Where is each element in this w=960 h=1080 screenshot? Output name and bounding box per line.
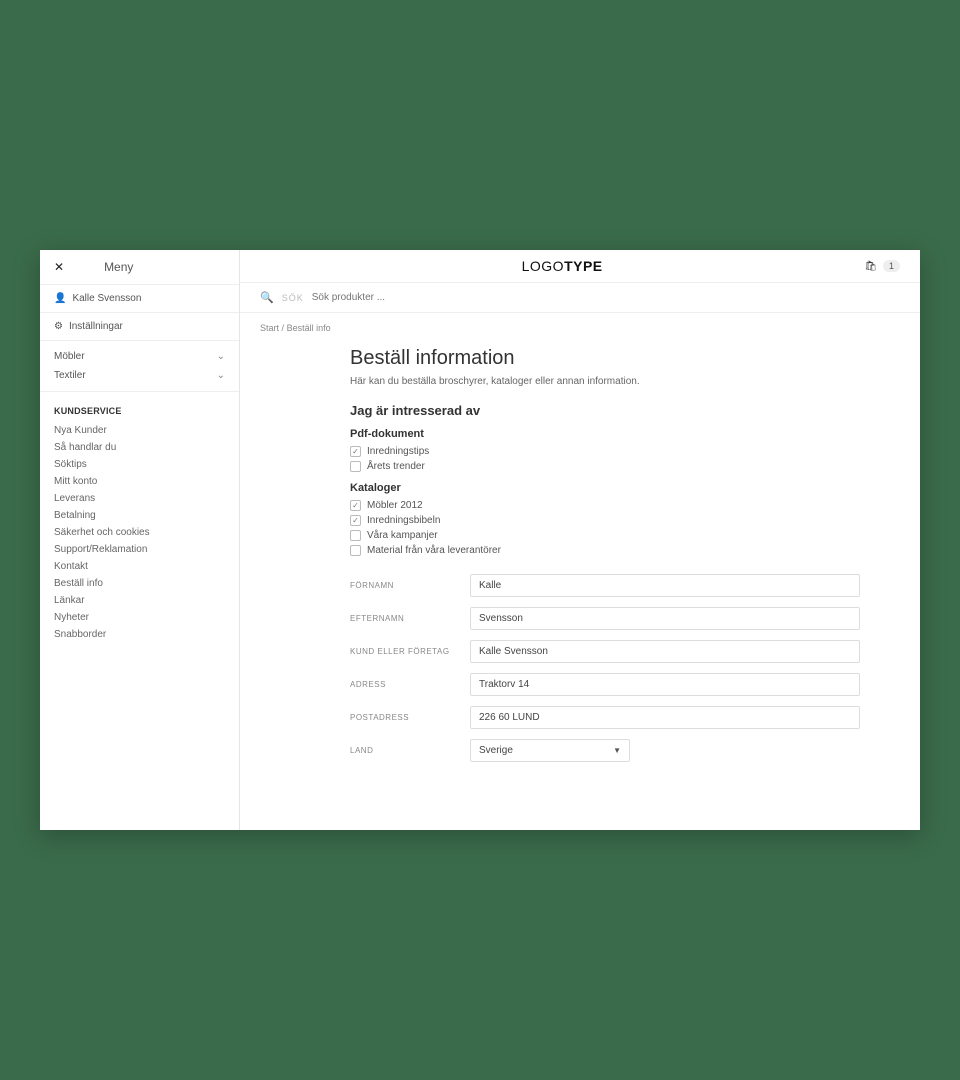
checkbox-label: Våra kampanjer — [367, 530, 438, 541]
ks-item[interactable]: Så handlar du — [54, 439, 225, 456]
ks-item[interactable]: Support/Reklamation — [54, 541, 225, 558]
label-kund: KUND ELLER FÖRETAG — [350, 647, 470, 656]
label-land: LAND — [350, 746, 470, 755]
checkbox-row: Årets trender — [350, 459, 860, 474]
search-icon: 🔍 — [260, 291, 274, 304]
page-subtitle: Här kan du beställa broschyrer, kataloge… — [350, 376, 860, 387]
app-window: ✕ Meny 👤 Kalle Svensson ⚙ Inställningar … — [40, 250, 920, 830]
cart-count: 1 — [883, 260, 900, 272]
ks-item[interactable]: Mitt konto — [54, 473, 225, 490]
logo-light: LOGO — [522, 258, 564, 274]
menu-title: Meny — [104, 260, 133, 274]
checkbox-material-leverantorer[interactable] — [350, 545, 361, 556]
checkbox-row: Material från våra leverantörer — [350, 543, 860, 558]
form-row-adress: ADRESS — [350, 673, 860, 696]
sidebar-header: ✕ Meny — [40, 250, 239, 285]
input-kund[interactable] — [470, 640, 860, 663]
ks-item[interactable]: Nyheter — [54, 609, 225, 626]
sok-label: SÖK — [282, 293, 304, 303]
search-input[interactable] — [312, 292, 900, 303]
ks-item[interactable]: Söktips — [54, 456, 225, 473]
checkbox-label: Inredningsbibeln — [367, 515, 440, 526]
checkbox-label: Årets trender — [367, 461, 425, 472]
sidebar-settings[interactable]: ⚙ Inställningar — [40, 313, 239, 341]
checkbox-vara-kampanjer[interactable] — [350, 530, 361, 541]
ks-item[interactable]: Kontakt — [54, 558, 225, 575]
chevron-down-icon: ⌄ — [217, 351, 225, 362]
checkbox-row: Inredningstips — [350, 444, 860, 459]
select-land[interactable]: Sverige ▼ — [470, 739, 630, 762]
ks-item[interactable]: Snabborder — [54, 626, 225, 643]
label-adress: ADRESS — [350, 680, 470, 689]
form-row-postadress: POSTADRESS — [350, 706, 860, 729]
ks-item[interactable]: Betalning — [54, 507, 225, 524]
label-efternamn: EFTERNAMN — [350, 614, 470, 623]
checkbox-row: Våra kampanjer — [350, 528, 860, 543]
ks-item[interactable]: Säkerhet och cookies — [54, 524, 225, 541]
ks-item[interactable]: Nya Kunder — [54, 422, 225, 439]
settings-label: Inställningar — [69, 321, 123, 332]
checkbox-inredningsbibeln[interactable] — [350, 515, 361, 526]
category-textiler[interactable]: Textiler ⌄ — [40, 366, 239, 385]
content: Beställ information Här kan du beställa … — [240, 343, 920, 830]
ks-item[interactable]: Beställ info — [54, 575, 225, 592]
label-postadress: POSTADRESS — [350, 713, 470, 722]
input-postadress[interactable] — [470, 706, 860, 729]
checkbox-mobler-2012[interactable] — [350, 500, 361, 511]
breadcrumb: Start / Beställ info — [240, 313, 920, 343]
checkbox-row: Inredningsbibeln — [350, 513, 860, 528]
bag-icon: 🛍 — [864, 261, 877, 272]
close-icon[interactable]: ✕ — [54, 260, 64, 274]
form-row-efternamn: EFTERNAMN — [350, 607, 860, 630]
form-row-land: LAND Sverige ▼ — [350, 739, 860, 762]
category-label: Möbler — [54, 351, 85, 362]
checkbox-inredningstips[interactable] — [350, 446, 361, 457]
ks-item[interactable]: Leverans — [54, 490, 225, 507]
checkbox-label: Möbler 2012 — [367, 500, 423, 511]
breadcrumb-current: Beställ info — [287, 323, 331, 333]
form: FÖRNAMN EFTERNAMN KUND ELLER FÖRETAG ADR… — [350, 574, 860, 762]
searchbar: 🔍 SÖK — [240, 283, 920, 313]
category-label: Textiler — [54, 370, 86, 381]
checkbox-row: Möbler 2012 — [350, 498, 860, 513]
kundservice-list: Nya Kunder Så handlar du Söktips Mitt ko… — [40, 422, 239, 657]
cart[interactable]: 🛍 1 — [864, 260, 900, 272]
input-fornamn[interactable] — [470, 574, 860, 597]
gear-icon: ⚙ — [54, 321, 63, 332]
select-land-value: Sverige — [479, 745, 513, 756]
category-mobler[interactable]: Möbler ⌄ — [40, 347, 239, 366]
user-icon: 👤 — [54, 293, 66, 304]
breadcrumb-sep: / — [282, 323, 285, 333]
breadcrumb-start[interactable]: Start — [260, 323, 279, 333]
sidebar-categories: Möbler ⌄ Textiler ⌄ — [40, 341, 239, 392]
checkbox-label: Inredningstips — [367, 446, 429, 457]
checkbox-arets-trender[interactable] — [350, 461, 361, 472]
form-row-fornamn: FÖRNAMN — [350, 574, 860, 597]
ks-item[interactable]: Länkar — [54, 592, 225, 609]
input-adress[interactable] — [470, 673, 860, 696]
topbar: LOGOTYPE 🛍 1 — [240, 250, 920, 283]
katalog-heading: Kataloger — [350, 482, 860, 494]
form-row-kund: KUND ELLER FÖRETAG — [350, 640, 860, 663]
pdf-heading: Pdf-dokument — [350, 428, 860, 440]
logo[interactable]: LOGOTYPE — [522, 258, 603, 274]
kundservice-heading: KUNDSERVICE — [40, 392, 239, 422]
user-name: Kalle Svensson — [72, 293, 141, 304]
chevron-down-icon: ▼ — [613, 746, 621, 755]
logo-bold: TYPE — [564, 258, 603, 274]
chevron-down-icon: ⌄ — [217, 370, 225, 381]
label-fornamn: FÖRNAMN — [350, 581, 470, 590]
interest-heading: Jag är intresserad av — [350, 403, 860, 418]
input-efternamn[interactable] — [470, 607, 860, 630]
sidebar: ✕ Meny 👤 Kalle Svensson ⚙ Inställningar … — [40, 250, 240, 830]
main: LOGOTYPE 🛍 1 🔍 SÖK Start / Beställ info … — [240, 250, 920, 830]
sidebar-user[interactable]: 👤 Kalle Svensson — [40, 285, 239, 313]
checkbox-label: Material från våra leverantörer — [367, 545, 501, 556]
page-title: Beställ information — [350, 347, 860, 370]
